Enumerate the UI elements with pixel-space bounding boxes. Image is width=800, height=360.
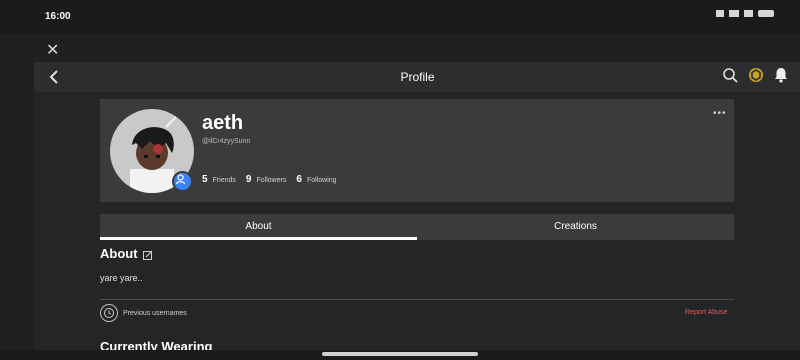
- previous-usernames-link[interactable]: Previous usernames: [123, 310, 187, 317]
- friends-stat[interactable]: 5 Friends: [202, 174, 236, 185]
- search-icon[interactable]: [722, 67, 738, 83]
- status-time: 16:00: [45, 11, 71, 22]
- profile-stats: 5 Friends 9 Followers 6 Following: [202, 174, 337, 185]
- friends-label: Friends: [212, 177, 236, 184]
- about-text: yare yare..: [100, 273, 143, 283]
- followers-label: Followers: [256, 177, 287, 184]
- webview-header: [34, 34, 800, 62]
- status-bar: [0, 0, 800, 34]
- battery-saver-icon: [716, 10, 724, 17]
- report-abuse-link[interactable]: Report Abuse: [685, 309, 727, 316]
- battery-icon: [758, 10, 774, 17]
- about-heading: About: [100, 246, 138, 261]
- page-title: Profile: [400, 70, 435, 84]
- bell-icon[interactable]: [774, 67, 788, 83]
- active-tab-indicator: [100, 237, 417, 240]
- following-count: 6: [296, 174, 302, 185]
- history-icon[interactable]: [100, 304, 118, 322]
- followers-count: 9: [245, 174, 252, 185]
- friends-count: 5: [202, 174, 208, 185]
- followers-stat[interactable]: 9 Followers: [246, 174, 287, 185]
- robux-icon[interactable]: [748, 67, 764, 83]
- profile-handle: @ilCr4zyySunn: [202, 138, 251, 145]
- gesture-handle[interactable]: [322, 352, 478, 356]
- profile-username: aeth: [202, 112, 244, 134]
- user-status-icon: [172, 171, 193, 192]
- system-icons: [716, 10, 774, 17]
- wifi-icon: [744, 10, 753, 17]
- following-stat[interactable]: 6 Following: [296, 174, 336, 185]
- more-options-icon[interactable]: •••: [713, 108, 727, 119]
- profile-card: [100, 99, 734, 202]
- divider: [100, 299, 734, 300]
- tab-creations[interactable]: Creations: [417, 214, 734, 240]
- signal-icon: [729, 10, 739, 17]
- edit-icon[interactable]: [143, 250, 153, 260]
- nav-actions: [722, 67, 788, 83]
- close-icon[interactable]: ✕: [46, 40, 59, 60]
- following-label: Following: [306, 177, 337, 184]
